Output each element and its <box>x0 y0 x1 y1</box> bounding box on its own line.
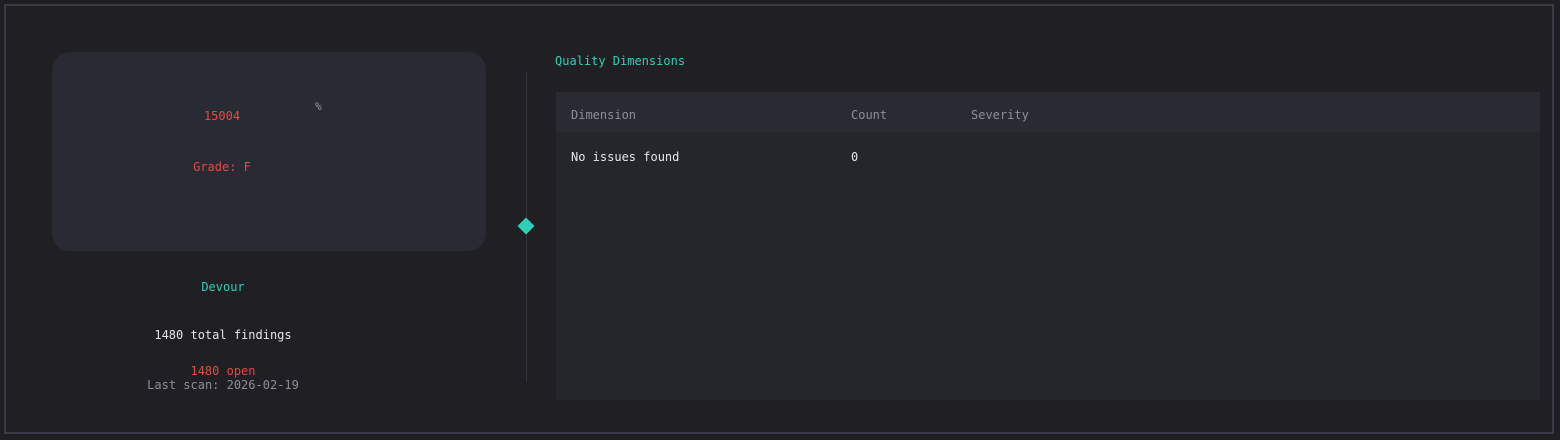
score-value: 15004 <box>203 109 241 123</box>
quality-dimensions-table: Dimension Count Severity No issues found… <box>556 92 1540 400</box>
section-title: Quality Dimensions <box>555 54 686 68</box>
open-findings-count: 1480 open <box>190 364 256 378</box>
diamond-icon <box>517 217 535 235</box>
column-header-severity[interactable]: Severity <box>971 108 1029 122</box>
row-count: 0 <box>851 150 859 164</box>
percent-label: % <box>315 100 322 113</box>
score-card <box>52 52 486 251</box>
table-header: Dimension Count Severity <box>556 92 1540 132</box>
column-header-count[interactable]: Count <box>851 108 887 122</box>
row-dimension: No issues found <box>571 150 680 164</box>
project-name-link[interactable]: Devour <box>6 280 440 294</box>
column-header-dimension[interactable]: Dimension <box>571 108 636 122</box>
total-findings: 1480 total findings <box>154 328 292 342</box>
app-frame: 15004 % Grade: F Devour 1480 total findi… <box>4 4 1554 434</box>
last-scan-date: Last scan: 2026-02-19 <box>147 378 299 392</box>
grade-label: Grade: F <box>193 160 251 174</box>
